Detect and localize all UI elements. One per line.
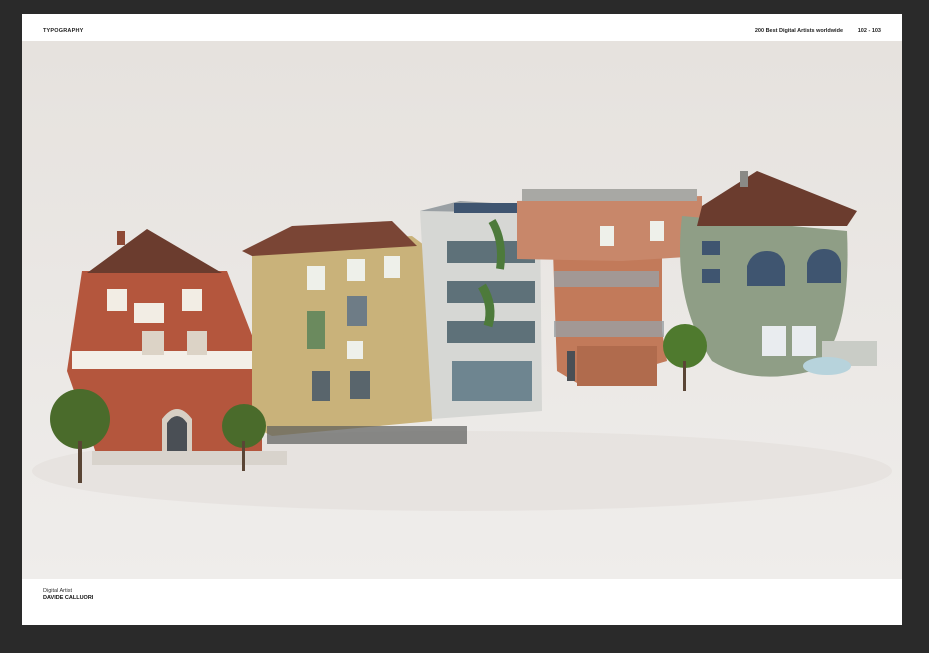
page-numbers: 102 - 103 bbox=[857, 28, 881, 34]
book-title: 200 Best Digital Artists worldwide bbox=[754, 28, 843, 34]
page-header: TYPOGRAPHY 200 Best Digital Artists worl… bbox=[22, 14, 902, 41]
artwork-image bbox=[22, 41, 902, 579]
section-label: TYPOGRAPHY bbox=[43, 28, 84, 34]
magazine-spread: TYPOGRAPHY 200 Best Digital Artists worl… bbox=[22, 14, 902, 625]
artist-name: DAVIDE CALLUORI bbox=[43, 594, 94, 601]
artwork-illustration bbox=[22, 41, 902, 579]
artist-credit: Digital Artist DAVIDE CALLUORI bbox=[43, 588, 93, 601]
